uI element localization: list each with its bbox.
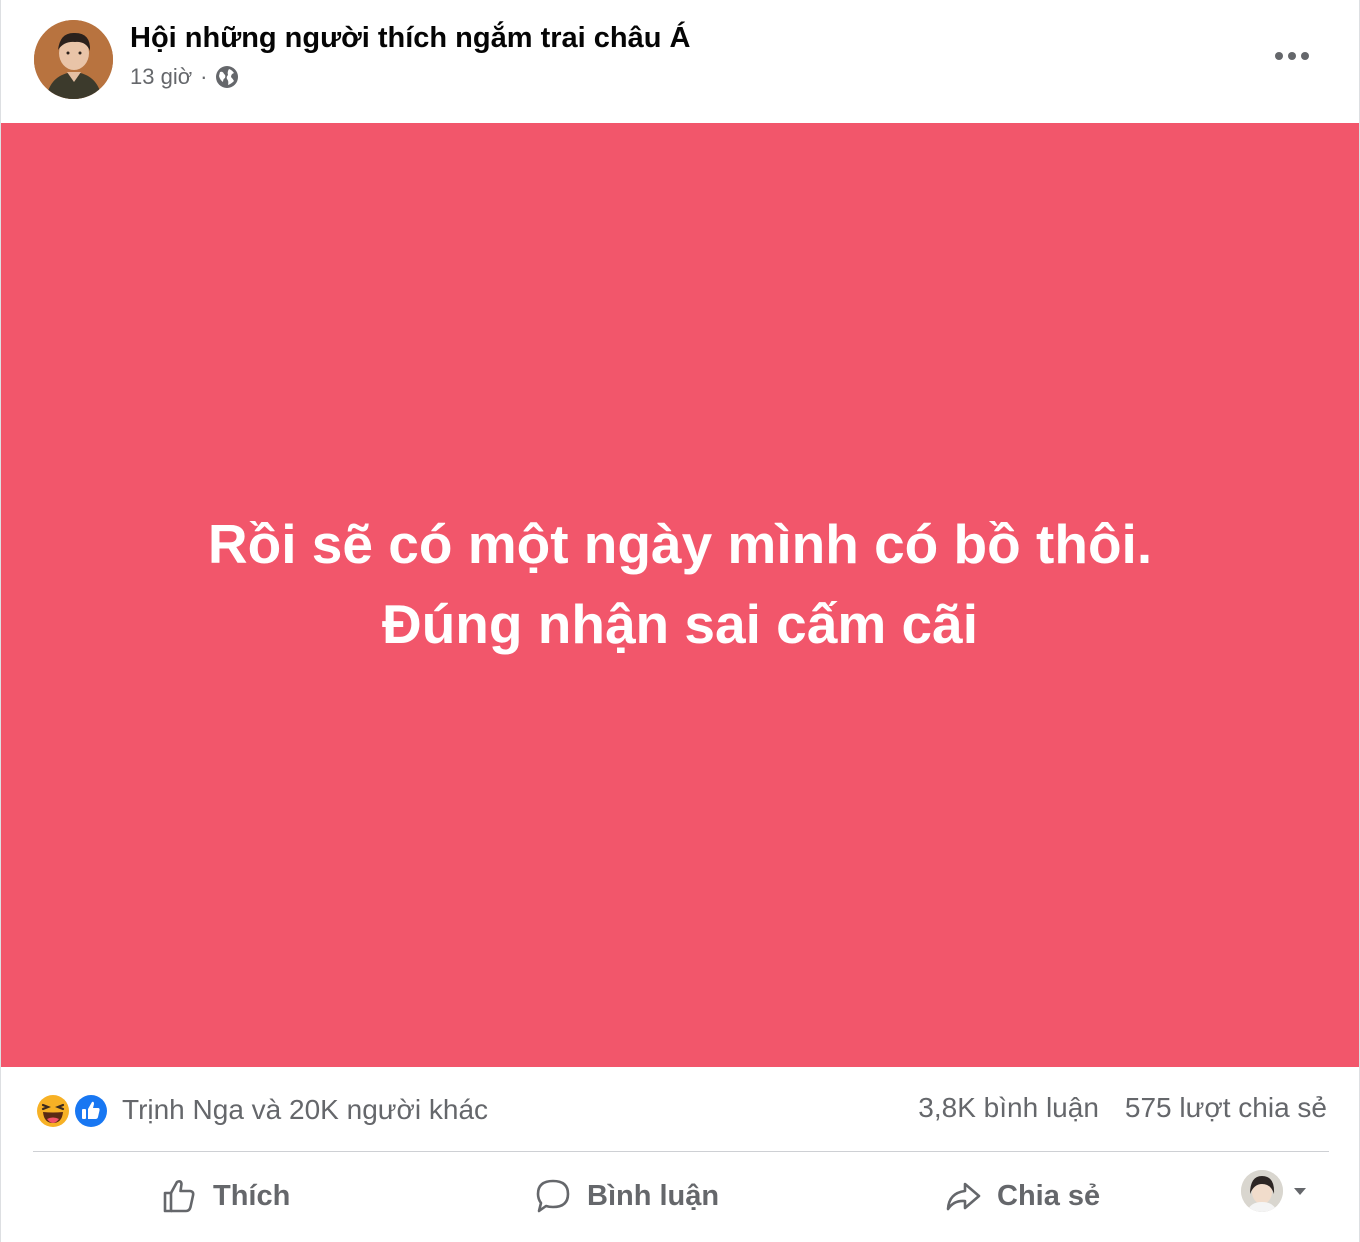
caret-down-icon (1291, 1182, 1309, 1200)
comment-button[interactable]: Bình luận (533, 1152, 719, 1240)
author-avatar[interactable] (34, 20, 113, 99)
post-text-line-2: Đúng nhận sai cấm cãi (381, 593, 978, 655)
meta-separator: · (200, 64, 208, 89)
globe-icon[interactable] (215, 65, 239, 89)
like-label: Thích (213, 1179, 291, 1212)
post-text: Rồi sẽ có một ngày mình có bồ thôi. Đúng… (208, 504, 1152, 664)
post-time[interactable]: 13 giờ (130, 64, 192, 90)
like-reaction-icon (72, 1092, 110, 1130)
reaction-icons[interactable] (34, 1090, 114, 1130)
share-label: Chia sẻ (997, 1179, 1101, 1212)
post-action-bar: Thích Bình luận Chia sẻ (33, 1152, 1329, 1240)
comment-label: Bình luận (587, 1179, 720, 1212)
share-button[interactable]: Chia sẻ (943, 1152, 1100, 1240)
more-options-icon[interactable] (1271, 40, 1313, 72)
share-arrow-icon (946, 1182, 981, 1211)
like-button[interactable]: Thích (159, 1152, 290, 1240)
comment-bubble-icon (536, 1179, 570, 1213)
post-content-background: Rồi sẽ có một ngày mình có bồ thôi. Đúng… (1, 123, 1359, 1067)
user-avatar (1241, 1170, 1283, 1212)
post-header: Hội những người thích ngắm trai châu Á 1… (1, 0, 1359, 123)
reactions-text[interactable]: Trịnh Nga và 20K người khác (122, 1094, 488, 1126)
reactions-summary: Trịnh Nga và 20K người khác (34, 1088, 488, 1132)
haha-reaction-icon (34, 1092, 72, 1130)
author-name[interactable]: Hội những người thích ngắm trai châu Á (130, 22, 690, 55)
engagement-counts: 3,8K bình luận 575 lượt chia sẻ (918, 1092, 1327, 1124)
share-count[interactable]: 575 lượt chia sẻ (1125, 1092, 1327, 1124)
post-text-line-1: Rồi sẽ có một ngày mình có bồ thôi. (207, 513, 1153, 575)
thumbs-up-icon (163, 1180, 195, 1213)
reaction-profile-selector[interactable] (1241, 1170, 1309, 1212)
post-meta: 13 giờ · (130, 64, 239, 90)
feed-post: Hội những người thích ngắm trai châu Á 1… (0, 0, 1360, 1242)
comment-count[interactable]: 3,8K bình luận (918, 1092, 1099, 1124)
